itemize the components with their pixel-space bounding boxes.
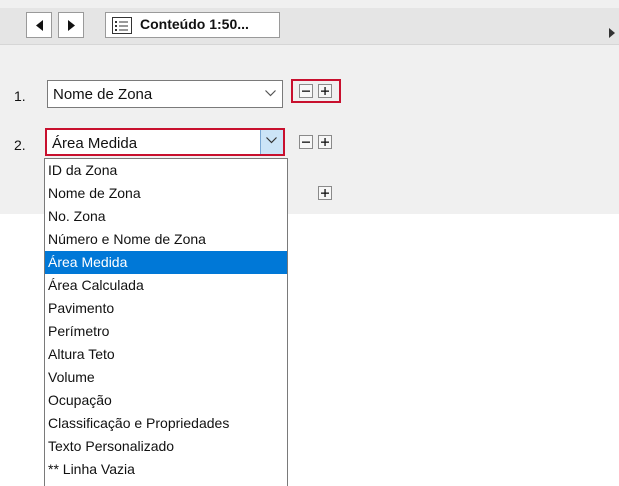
- minus-icon: [302, 90, 310, 92]
- plus-icon: [321, 138, 329, 146]
- dropdown-option[interactable]: Nome de Zona: [45, 182, 287, 205]
- chevron-down-icon: [265, 90, 276, 97]
- dropdown-option[interactable]: Altura Teto: [45, 343, 287, 366]
- add-row-button[interactable]: [318, 186, 332, 200]
- previous-button[interactable]: [26, 12, 52, 38]
- dropdown-option[interactable]: Ocupação: [45, 389, 287, 412]
- chevron-down-icon: [266, 137, 277, 144]
- toolbar: Conteúdo 1:50...: [0, 8, 619, 45]
- triangle-right-icon[interactable]: [608, 28, 616, 38]
- dropdown-option[interactable]: ID da Zona: [45, 159, 287, 182]
- plus-icon: [321, 87, 329, 95]
- dropdown-option[interactable]: Texto Personalizado: [45, 435, 287, 458]
- triangle-right-icon: [68, 20, 75, 31]
- row-1-value: Nome de Zona: [53, 86, 153, 103]
- zone-field-dropdown-list[interactable]: ID da Zona Nome de Zona No. Zona Número e N…: [44, 158, 288, 486]
- row-1-combo[interactable]: Nome de Zona: [47, 80, 283, 108]
- dropdown-option[interactable]: Número e Nome de Zona: [45, 228, 287, 251]
- dropdown-option[interactable]: Volume: [45, 366, 287, 389]
- content-selector-button[interactable]: Conteúdo 1:50...: [105, 12, 280, 38]
- dropdown-option[interactable]: Perímetro: [45, 320, 287, 343]
- list-icon: [112, 17, 132, 34]
- minus-icon: [302, 141, 310, 143]
- triangle-left-icon: [36, 20, 43, 31]
- row-2-dropdown-button[interactable]: [260, 130, 283, 154]
- row-1-remove-button[interactable]: [299, 84, 313, 98]
- row-1-add-button[interactable]: [318, 84, 332, 98]
- plus-icon: [321, 189, 329, 197]
- row-2-value: Área Medida: [52, 135, 138, 152]
- dropdown-option[interactable]: Classificação e Propriedades: [45, 412, 287, 435]
- row-2-combo[interactable]: Área Medida: [45, 128, 285, 156]
- dropdown-option[interactable]: No. Zona: [45, 205, 287, 228]
- next-button[interactable]: [58, 12, 84, 38]
- row-1-number: 1.: [14, 88, 26, 104]
- dropdown-option[interactable]: Pavimento: [45, 297, 287, 320]
- row-2-number: 2.: [14, 137, 26, 153]
- dropdown-option[interactable]: Área Medida: [45, 251, 287, 274]
- row-2-add-button[interactable]: [318, 135, 332, 149]
- dropdown-option[interactable]: Área Calculada: [45, 274, 287, 297]
- content-label: Conteúdo 1:50...: [140, 16, 249, 32]
- row-2-remove-button[interactable]: [299, 135, 313, 149]
- dropdown-option[interactable]: ** Linha Vazia: [45, 458, 287, 481]
